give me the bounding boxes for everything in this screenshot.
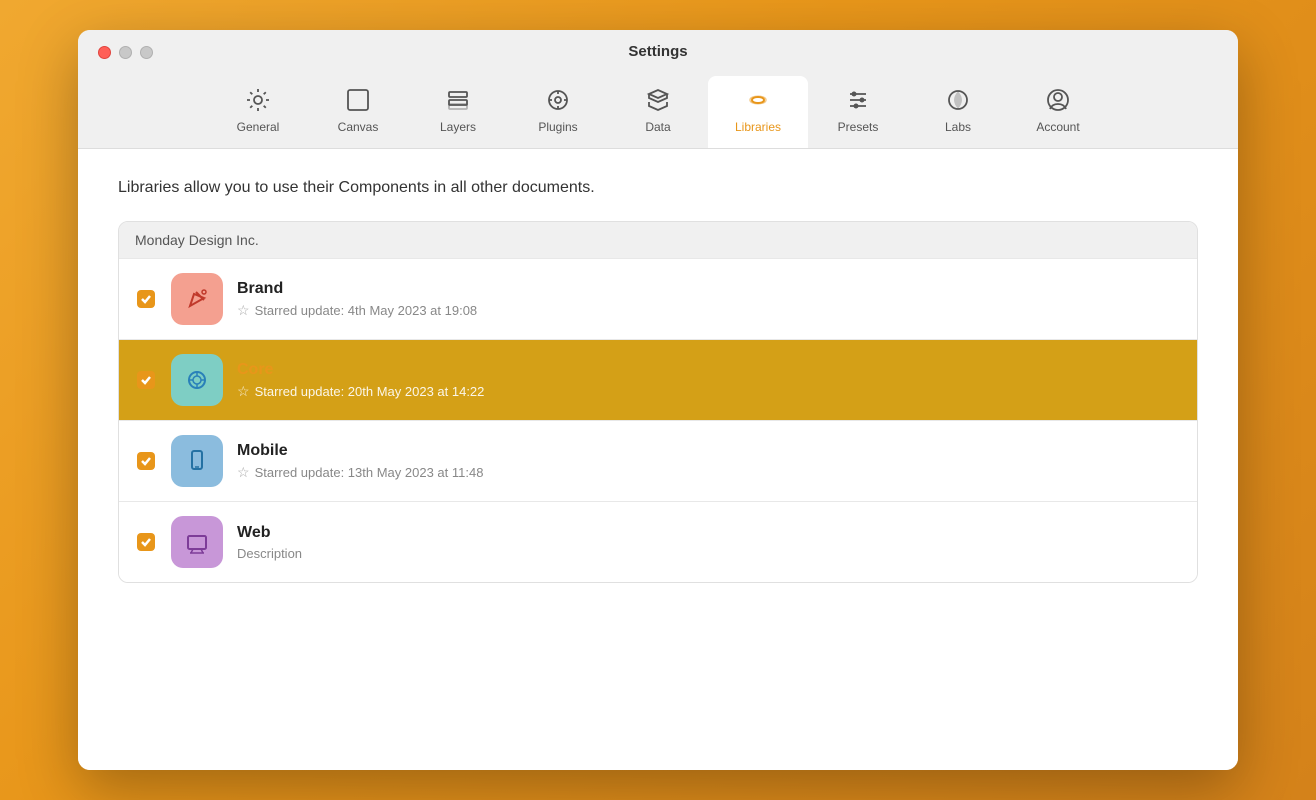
tab-plugins-label: Plugins <box>538 120 577 134</box>
labs-icon <box>944 86 972 114</box>
title-bar: Settings General Canvas <box>78 30 1238 149</box>
close-button[interactable] <box>98 46 111 59</box>
tab-libraries[interactable]: Libraries <box>708 76 808 148</box>
library-item-brand: Brand ☆ Starred update: 4th May 2023 at … <box>119 258 1197 339</box>
library-item-web: Web Description <box>119 501 1197 582</box>
minimize-button[interactable] <box>119 46 132 59</box>
tab-data[interactable]: Data <box>608 76 708 148</box>
library-item-mobile: Mobile ☆ Starred update: 13th May 2023 a… <box>119 420 1197 501</box>
tab-general[interactable]: General <box>208 76 308 148</box>
core-subtitle: ☆ Starred update: 20th May 2023 at 14:22 <box>237 383 484 400</box>
mobile-info: Mobile ☆ Starred update: 13th May 2023 a… <box>237 442 483 481</box>
core-icon <box>171 354 223 406</box>
data-icon <box>644 86 672 114</box>
mobile-subtitle: ☆ Starred update: 13th May 2023 at 11:48 <box>237 464 483 481</box>
web-title: Web <box>237 524 302 542</box>
tab-data-label: Data <box>645 120 670 134</box>
maximize-button[interactable] <box>140 46 153 59</box>
libraries-icon <box>744 86 772 114</box>
traffic-lights <box>98 46 153 59</box>
tab-presets[interactable]: Presets <box>808 76 908 148</box>
checkbox-web[interactable] <box>135 531 157 553</box>
web-icon <box>171 516 223 568</box>
gear-icon <box>244 86 272 114</box>
checkbox-mobile[interactable] <box>135 450 157 472</box>
nav-tabs: General Canvas <box>98 76 1218 148</box>
tab-canvas-label: Canvas <box>338 120 379 134</box>
tab-presets-label: Presets <box>838 120 879 134</box>
settings-window: Settings General Canvas <box>78 30 1238 770</box>
section-header: Monday Design Inc. <box>119 222 1197 258</box>
core-star-icon: ☆ <box>237 383 250 400</box>
library-section: Monday Design Inc. Brand <box>118 221 1198 583</box>
content-area: Libraries allow you to use their Compone… <box>78 149 1238 770</box>
layers-icon <box>444 86 472 114</box>
canvas-icon <box>344 86 372 114</box>
library-item-core: Core ☆ Starred update: 20th May 2023 at … <box>119 339 1197 420</box>
tab-layers-label: Layers <box>440 120 476 134</box>
tab-libraries-label: Libraries <box>735 120 781 134</box>
tab-general-label: General <box>237 120 280 134</box>
brand-title: Brand <box>237 280 477 298</box>
mobile-icon <box>171 435 223 487</box>
web-info: Web Description <box>237 524 302 561</box>
checkbox-core[interactable] <box>135 369 157 391</box>
mobile-star-icon: ☆ <box>237 464 250 481</box>
description-text: Libraries allow you to use their Compone… <box>118 179 1198 197</box>
web-subtitle: Description <box>237 546 302 561</box>
account-icon <box>1044 86 1072 114</box>
core-info: Core ☆ Starred update: 20th May 2023 at … <box>237 361 484 400</box>
plugins-icon <box>544 86 572 114</box>
tab-labs-label: Labs <box>945 120 971 134</box>
brand-subtitle: ☆ Starred update: 4th May 2023 at 19:08 <box>237 302 477 319</box>
presets-icon <box>844 86 872 114</box>
tab-labs[interactable]: Labs <box>908 76 1008 148</box>
tab-canvas[interactable]: Canvas <box>308 76 408 148</box>
tab-plugins[interactable]: Plugins <box>508 76 608 148</box>
window-title: Settings <box>628 43 687 60</box>
tab-account-label: Account <box>1036 120 1079 134</box>
brand-info: Brand ☆ Starred update: 4th May 2023 at … <box>237 280 477 319</box>
core-title: Core <box>237 361 484 379</box>
brand-star-icon: ☆ <box>237 302 250 319</box>
tab-layers[interactable]: Layers <box>408 76 508 148</box>
mobile-title: Mobile <box>237 442 483 460</box>
checkbox-brand[interactable] <box>135 288 157 310</box>
brand-icon <box>171 273 223 325</box>
tab-account[interactable]: Account <box>1008 76 1108 148</box>
